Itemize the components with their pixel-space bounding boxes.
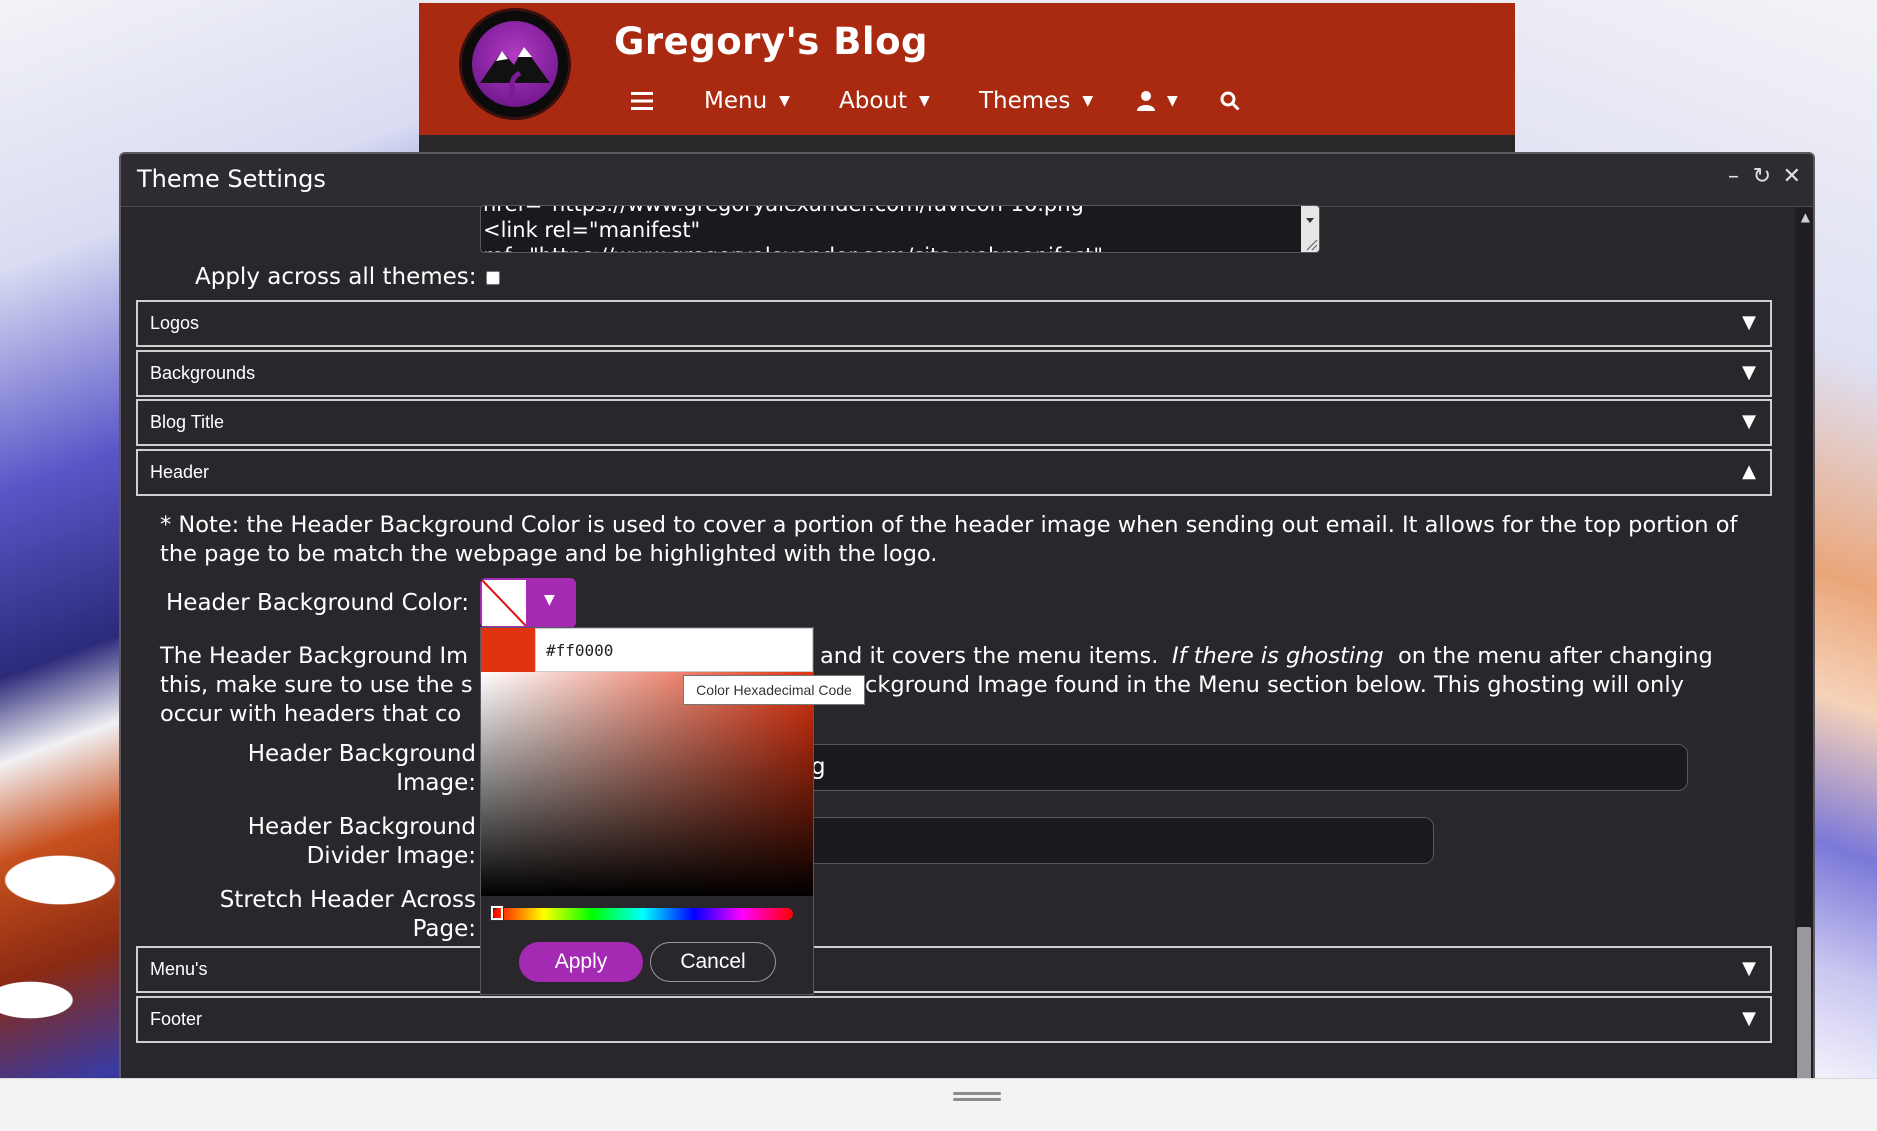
hamburger-icon	[631, 92, 653, 110]
caret-down-icon: ▼	[919, 93, 930, 109]
accordion-backgrounds[interactable]: Backgrounds ▼	[136, 350, 1772, 397]
hue-slider-handle[interactable]	[490, 905, 504, 921]
no-color-icon	[482, 580, 526, 626]
blog-header	[419, 3, 1515, 135]
textarea-scrollbar[interactable]	[1301, 206, 1319, 252]
color-swatch-none	[482, 580, 526, 626]
accordion-label: Footer	[150, 1009, 203, 1029]
dialog-title: Theme Settings	[137, 165, 326, 193]
chevron-down-icon: ▼	[544, 592, 555, 608]
para-line1-end: on the menu after changing	[1398, 643, 1713, 669]
mountain-icon	[480, 47, 550, 103]
hex-tooltip: Color Hexadecimal Code	[683, 675, 865, 705]
hue-slider[interactable]	[493, 908, 793, 920]
accordion-label: Blog Title	[150, 412, 225, 432]
accordion-footer[interactable]: Footer ▼	[136, 996, 1772, 1043]
para-line3: occur with headers that co	[160, 701, 462, 727]
accordion-logos[interactable]: Logos ▼	[136, 300, 1772, 347]
label-line: Header Background	[247, 814, 476, 840]
nav-about-label: About	[839, 88, 908, 114]
accordion-label: Logos	[150, 313, 200, 333]
expand-arrow-icon: ▼	[1742, 312, 1756, 333]
expand-arrow-icon: ▼	[1742, 411, 1756, 432]
nav-menu[interactable]: Menu ▼	[704, 86, 790, 116]
apply-button[interactable]: Apply	[519, 942, 643, 982]
apply-all-label: Apply across all themes:	[195, 264, 477, 290]
apply-all-checkbox[interactable]	[486, 271, 500, 285]
header-note: * Note: the Header Background Color is u…	[160, 512, 1738, 567]
caret-down-icon: ▼	[779, 93, 790, 109]
header-bg-image-label: Header Background Image:	[200, 740, 476, 798]
dialog-titlebar[interactable]: Theme Settings – ↻ ✕	[121, 154, 1813, 207]
restore-icon[interactable]: ↻	[1753, 164, 1771, 189]
accordion-label: Menu's	[150, 959, 208, 979]
accordion-blog-title[interactable]: Blog Title ▼	[136, 399, 1772, 446]
cancel-button[interactable]: Cancel	[650, 942, 776, 982]
header-bg-color-label: Header Background Color:	[166, 590, 469, 616]
blog-logo[interactable]	[459, 8, 571, 120]
nav-menu-label: Menu	[704, 88, 768, 114]
label-line: Image:	[396, 770, 476, 796]
para-line2-start: this, make sure to use the s	[160, 672, 473, 698]
search-icon	[1220, 91, 1240, 111]
resize-grip[interactable]	[953, 1092, 1001, 1095]
label-line: Stretch Header Across	[219, 887, 476, 913]
para-line1-start: The Header Background Im	[160, 643, 469, 669]
color-picker-trigger[interactable]: ▼	[480, 578, 576, 628]
label-line: Header Background	[247, 741, 476, 767]
accordion-label: Header	[150, 462, 210, 482]
expand-arrow-icon: ▼	[1742, 362, 1756, 383]
current-color-preview	[481, 628, 535, 672]
accordion-menus[interactable]: Menu's ▼	[136, 946, 1772, 993]
textarea-line: ref="https://www.gregoryalexander.com/si…	[483, 244, 1103, 252]
accordion-label: Backgrounds	[150, 363, 256, 383]
blog-title[interactable]: Gregory's Blog	[614, 20, 928, 63]
para-line1-mid: and it covers the menu items.	[820, 643, 1159, 669]
divider-image-label: Header Background Divider Image:	[200, 813, 476, 871]
hamburger-menu-button[interactable]	[631, 86, 653, 116]
head-code-textarea[interactable]: href="https://www.gregoryalexander.com/f…	[480, 205, 1320, 253]
bottom-panel	[0, 1078, 1877, 1131]
textarea-line: <link rel="manifest"	[483, 218, 701, 242]
chevron-down-icon	[1306, 218, 1318, 251]
scrollbar-thumb[interactable]	[1797, 927, 1811, 1090]
nav-themes-label: Themes	[979, 88, 1071, 114]
close-icon[interactable]: ✕	[1783, 164, 1801, 189]
nav-about[interactable]: About ▼	[839, 86, 930, 116]
para-line1-italic: If there is ghosting	[1172, 643, 1384, 669]
nav-search[interactable]	[1220, 86, 1240, 116]
minimize-icon[interactable]: –	[1728, 164, 1739, 189]
nav-themes[interactable]: Themes ▼	[979, 86, 1093, 116]
saturation-value-area[interactable]	[481, 672, 813, 896]
accordion-header[interactable]: Header ▲	[136, 449, 1772, 496]
hex-input[interactable]: #ff0000	[535, 628, 813, 672]
stretch-header-label: Stretch Header Across Page:	[176, 886, 476, 944]
resize-grip[interactable]	[953, 1098, 1001, 1101]
dialog-scrollbar[interactable]	[1795, 207, 1813, 1090]
textarea-line: href="https://www.gregoryalexander.com/f…	[483, 206, 1094, 216]
caret-down-icon: ▼	[1167, 93, 1178, 109]
para-line2-end: ckground Image found in the Menu section…	[865, 672, 1684, 698]
collapse-arrow-icon: ▲	[1742, 461, 1756, 482]
scroll-up-icon[interactable]: ▲	[1801, 210, 1810, 224]
expand-arrow-icon: ▼	[1742, 1008, 1756, 1029]
hex-value: #ff0000	[546, 641, 614, 660]
label-line: Page:	[412, 916, 476, 942]
expand-arrow-icon: ▼	[1742, 958, 1756, 979]
label-line: Divider Image:	[306, 843, 476, 869]
caret-down-icon: ▼	[1082, 93, 1094, 109]
nav-user[interactable]: ▼	[1137, 86, 1178, 116]
user-icon	[1137, 91, 1155, 111]
